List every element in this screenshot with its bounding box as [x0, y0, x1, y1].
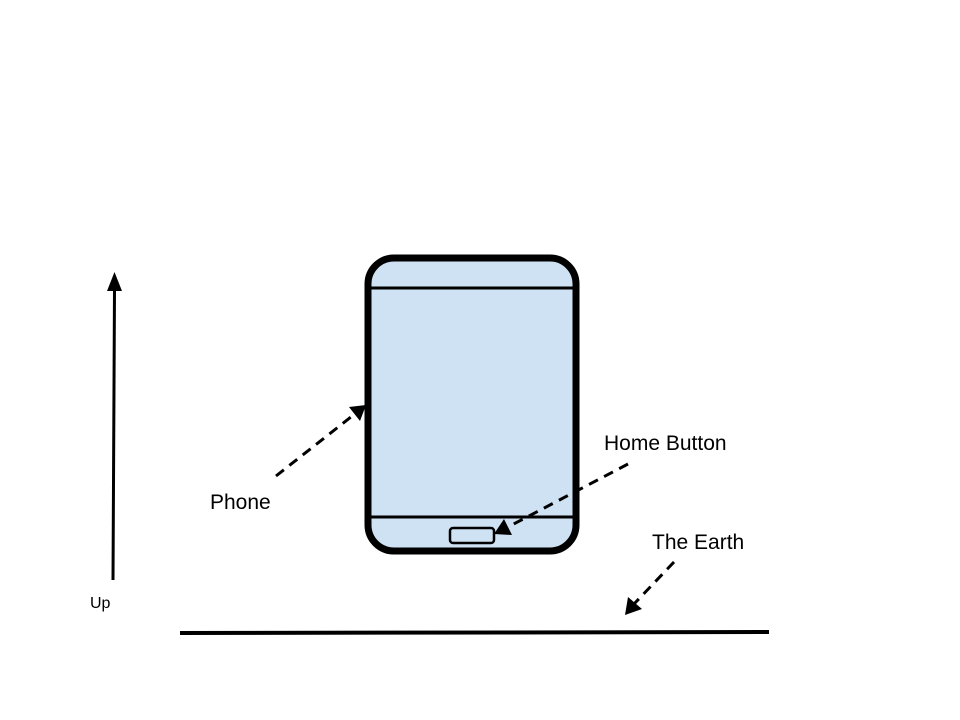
home-button-label: Home Button — [604, 432, 727, 455]
up-arrow — [107, 272, 122, 581]
diagram-canvas: Up Phone Home Button The Earth — [90, 254, 770, 635]
earth-ground-line — [179, 630, 770, 635]
earth-pointer-arrow — [625, 560, 676, 615]
phone-label: Phone — [210, 491, 271, 514]
up-label: Up — [90, 595, 111, 612]
phone-pointer-arrow — [275, 405, 366, 478]
home-button — [448, 526, 496, 545]
earth-label: The Earth — [652, 531, 744, 554]
